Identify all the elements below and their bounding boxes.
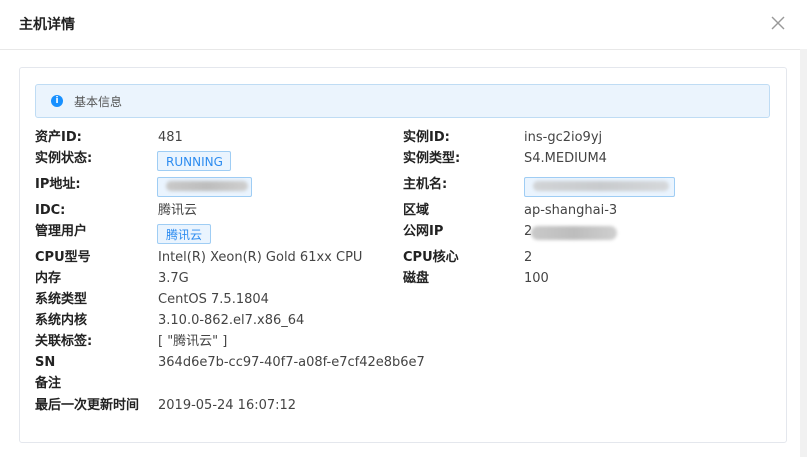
sn-value: 364d6e7b-cc97-40f7-a08f-e7cf42e8b6e7: [158, 355, 425, 370]
scrollbar[interactable]: [800, 49, 807, 457]
hostname-redaction: [533, 181, 669, 191]
idc-label: IDC:: [35, 203, 66, 218]
info-alert: i 基本信息: [35, 84, 770, 118]
instance-status-label: 实例状态:: [35, 151, 93, 166]
admin-user-label: 管理用户: [35, 224, 88, 239]
last-update-value: 2019-05-24 16:07:12: [158, 398, 297, 413]
cpu-cores-value: 2: [524, 250, 533, 265]
instance-id-label: 实例ID:: [403, 130, 450, 145]
cpu-model-label: CPU型号: [35, 250, 91, 265]
disk-value: 100: [524, 271, 549, 286]
instance-type-label: 实例类型:: [403, 151, 461, 166]
os-type-label: 系统类型: [35, 292, 88, 307]
remark-label: 备注: [35, 376, 62, 391]
sn-label: SN: [35, 355, 56, 370]
alert-text: 基本信息: [74, 95, 123, 109]
disk-label: 磁盘: [403, 271, 430, 286]
public-ip-label: 公网IP: [403, 224, 444, 239]
memory-label: 内存: [35, 271, 62, 286]
ip-redaction: [166, 181, 248, 191]
admin-user-tag: 腾讯云: [157, 224, 211, 244]
tags-label: 关联标签:: [35, 334, 93, 349]
asset-id-value: 481: [158, 130, 183, 145]
asset-id-label: 资产ID:: [35, 130, 82, 145]
kernel-value: 3.10.0-862.el7.x86_64: [158, 313, 305, 328]
kernel-label: 系统内核: [35, 313, 88, 328]
status-badge: RUNNING: [157, 151, 231, 171]
dialog-header: 主机详情: [0, 0, 807, 50]
cpu-cores-label: CPU核心: [403, 250, 459, 265]
close-icon[interactable]: [770, 15, 786, 31]
hostname-label: 主机名:: [403, 177, 448, 192]
ip-label: IP地址:: [35, 177, 81, 192]
info-icon: i: [51, 95, 63, 107]
instance-id-value: ins-gc2io9yj: [524, 130, 603, 145]
region-value: ap-shanghai-3: [524, 203, 618, 218]
tags-value: [ "腾讯云" ]: [158, 334, 228, 349]
instance-type-value: S4.MEDIUM4: [524, 151, 607, 166]
region-label: 区域: [403, 203, 430, 218]
cpu-model-value: Intel(R) Xeon(R) Gold 61xx CPU: [158, 250, 363, 265]
dialog-title: 主机详情: [19, 17, 75, 33]
memory-value: 3.7G: [158, 271, 189, 286]
idc-value: 腾讯云: [158, 203, 198, 218]
os-type-value: CentOS 7.5.1804: [158, 292, 269, 307]
last-update-label: 最后一次更新时间: [35, 398, 140, 413]
public-ip-redaction: [531, 226, 617, 240]
